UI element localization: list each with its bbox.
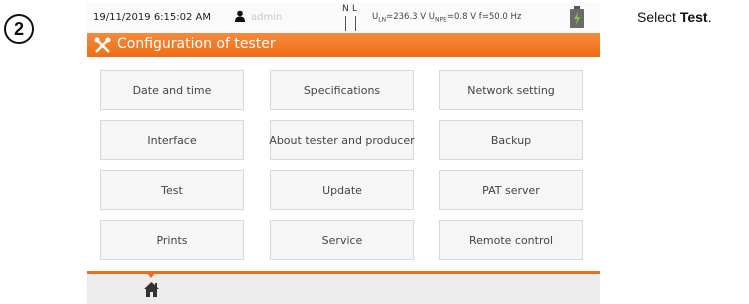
nl-indicator: N L: [342, 4, 360, 31]
about-tester-button[interactable]: About tester and producer: [269, 120, 415, 160]
title-bar: Configuration of tester: [87, 33, 600, 57]
remote-control-button[interactable]: Remote control: [439, 220, 583, 260]
pat-server-button[interactable]: PAT server: [439, 170, 583, 210]
tools-icon: [94, 37, 111, 53]
menu-grid: Date and time Specifications Network set…: [87, 57, 600, 260]
backup-button[interactable]: Backup: [439, 120, 583, 160]
date-and-time-button[interactable]: Date and time: [100, 70, 244, 110]
test-button[interactable]: Test: [100, 170, 244, 210]
frequency-value: f=50.0 Hz: [478, 12, 522, 22]
datetime: 19/11/2019 6:15:02 AM: [93, 12, 212, 23]
u-npe-value: =0.8 V: [446, 12, 477, 22]
n-label: N: [342, 4, 349, 14]
status-bar: 19/11/2019 6:15:02 AM admin N L ULN=236.…: [87, 2, 600, 33]
home-icon[interactable]: [143, 281, 160, 297]
step-number: 2: [4, 14, 34, 44]
u-npe-sub: NPE: [435, 16, 447, 24]
step-number-text: 2: [13, 18, 24, 39]
battery-icon: [570, 6, 584, 28]
interface-button[interactable]: Interface: [100, 120, 244, 160]
n-line: [345, 16, 346, 31]
instruction-prefix: Select: [637, 9, 680, 25]
user-icon: [235, 10, 245, 22]
update-button[interactable]: Update: [270, 170, 414, 210]
l-line: [355, 16, 356, 31]
page-title: Configuration of tester: [117, 36, 276, 52]
network-setting-button[interactable]: Network setting: [439, 70, 583, 110]
u-ln-value: =236.3 V: [386, 12, 427, 22]
prints-button[interactable]: Prints: [100, 220, 244, 260]
instruction-suffix: .: [707, 9, 712, 25]
device-screen: 19/11/2019 6:15:02 AM admin N L ULN=236.…: [87, 2, 600, 304]
u-ln-sub: LN: [378, 16, 387, 24]
active-indicator: [146, 272, 156, 278]
measurements: ULN=236.3 V UNPE=0.8 V f=50.0 Hz: [372, 12, 521, 24]
username[interactable]: admin: [251, 12, 282, 23]
l-label: L: [352, 4, 358, 14]
specifications-button[interactable]: Specifications: [270, 70, 414, 110]
instruction-target: Test: [679, 9, 708, 25]
instruction-text: Select Test.: [637, 9, 711, 25]
bottom-bar: [87, 274, 600, 304]
service-button[interactable]: Service: [270, 220, 414, 260]
